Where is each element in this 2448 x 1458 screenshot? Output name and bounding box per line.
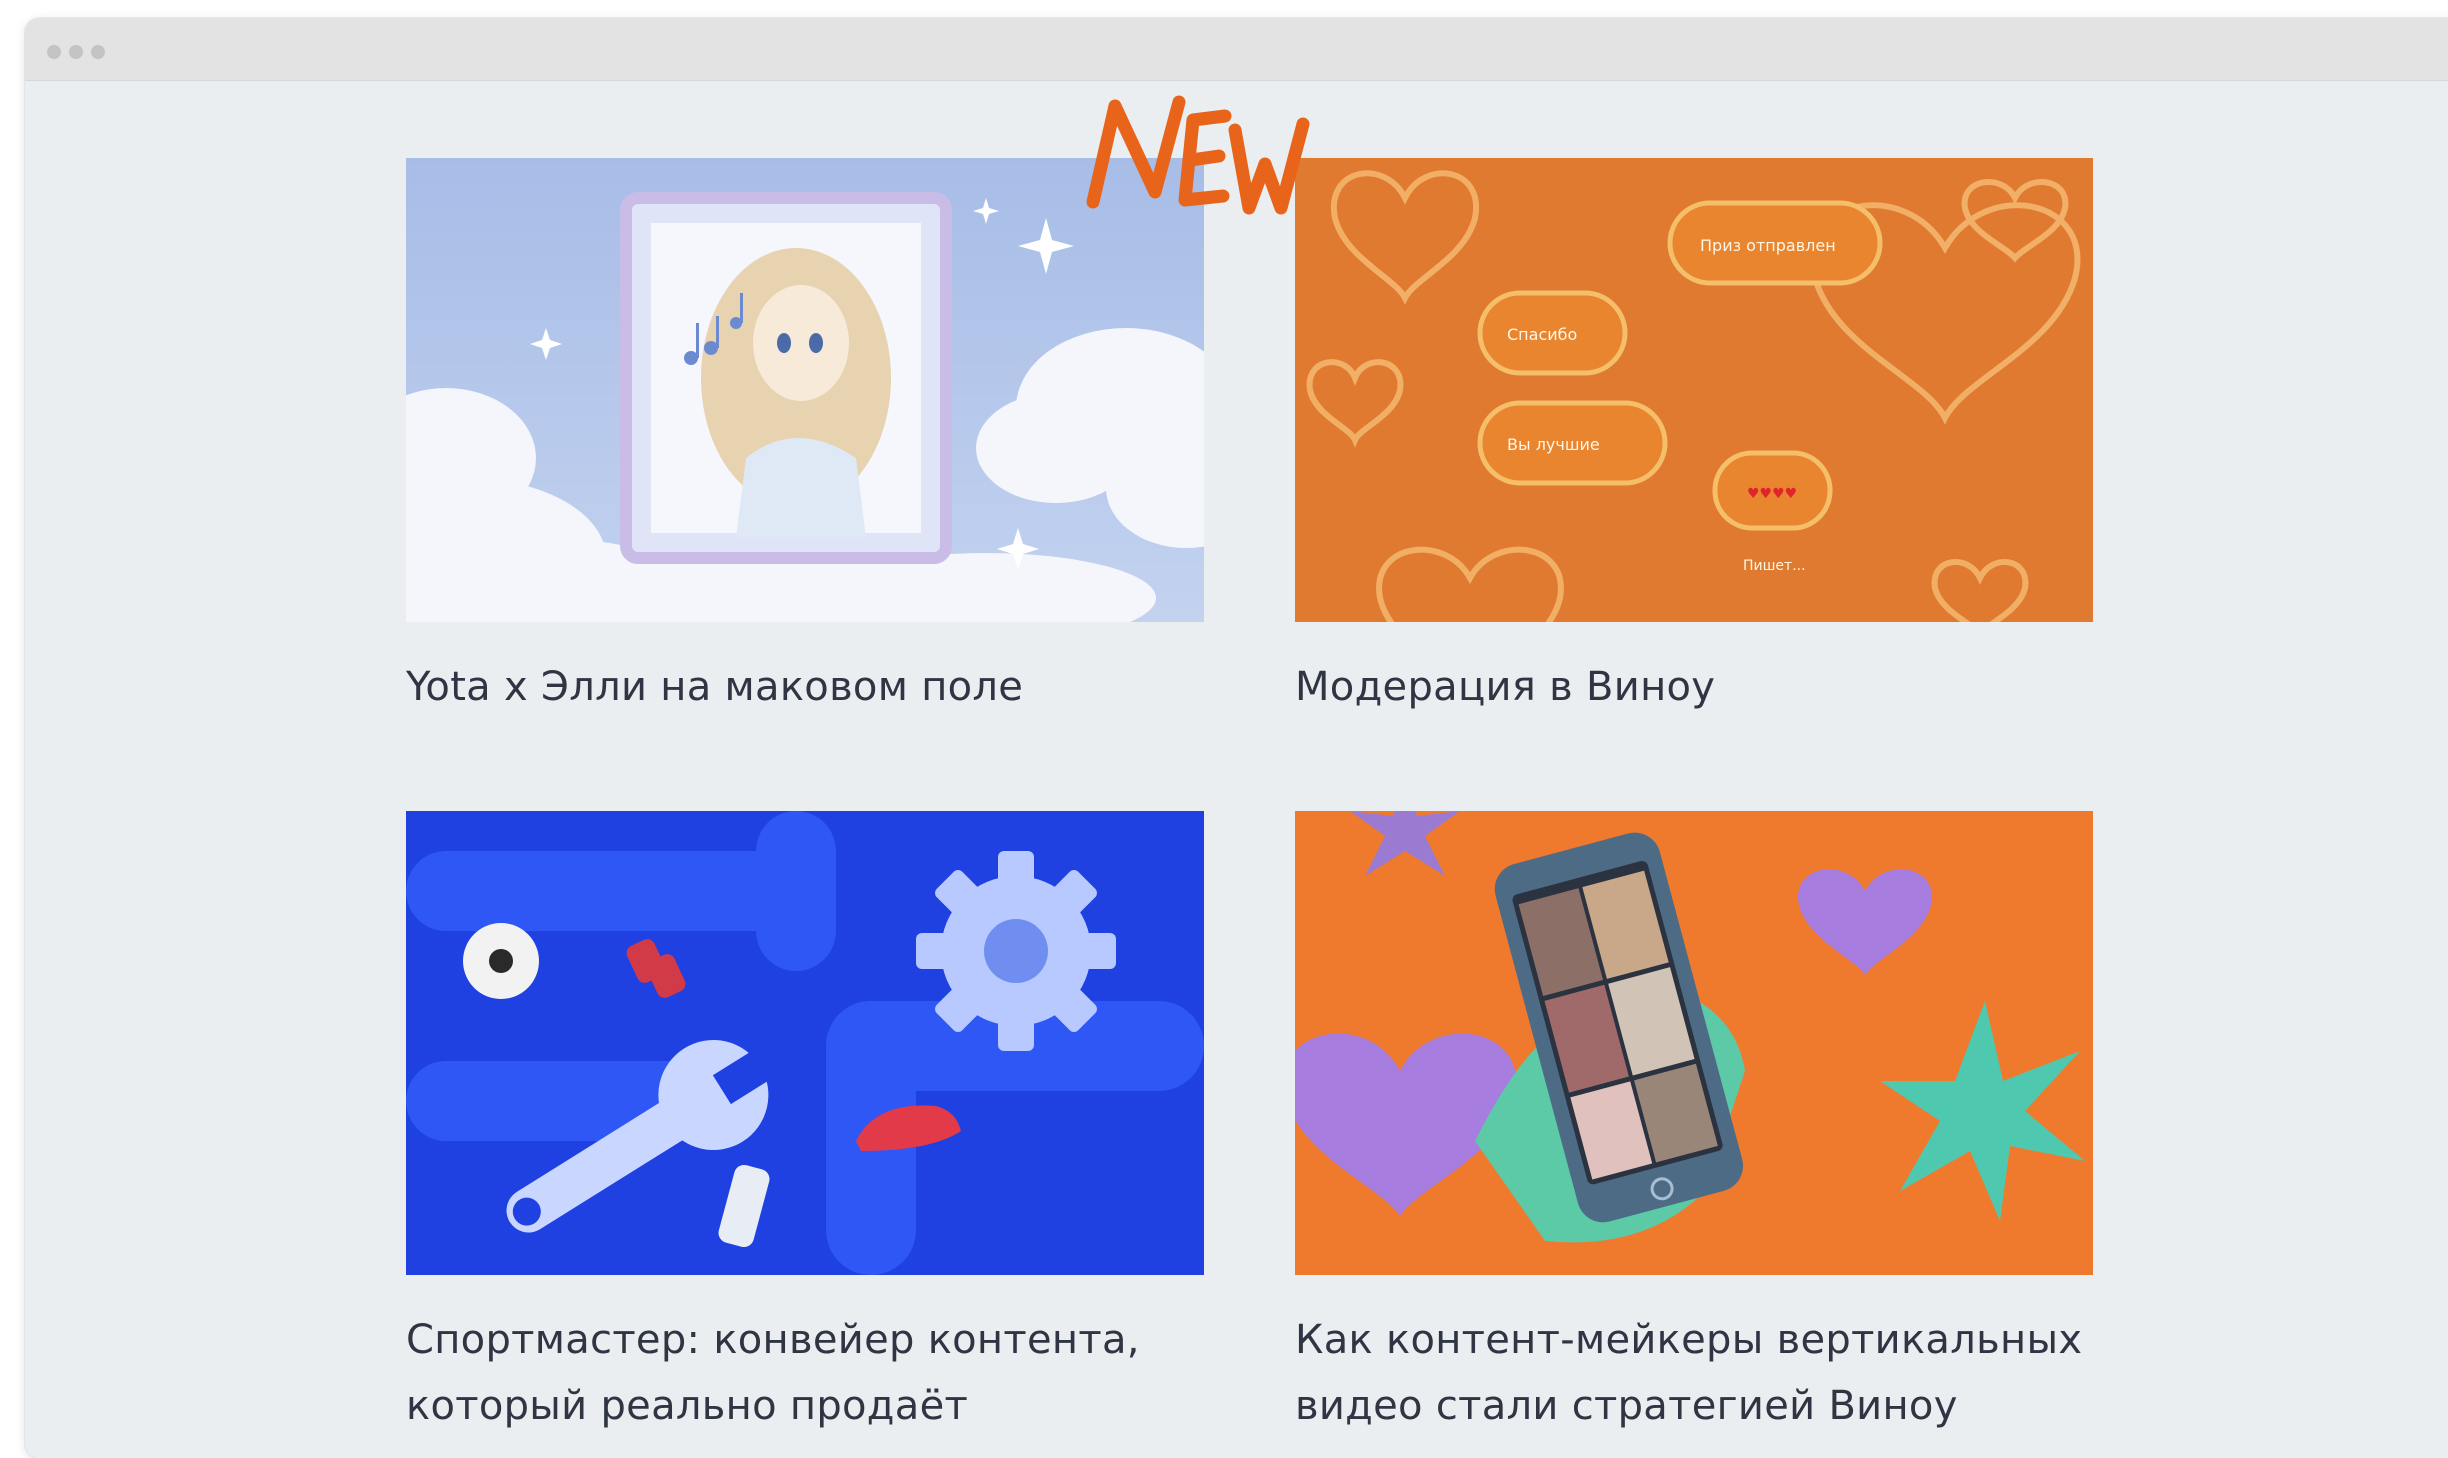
browser-window: Yota x Элли на маковом поле Приз отправл… (25, 18, 2448, 1458)
maximize-window-button[interactable] (91, 45, 105, 59)
svg-text:Пишет...: Пишет... (1743, 558, 1806, 574)
card-title[interactable]: Как контент-мейкеры вертикальных видео с… (1295, 1307, 2115, 1439)
card-image-sportmaster[interactable] (406, 811, 1204, 1275)
window-titlebar (25, 18, 2448, 81)
svg-text:Приз отправлен: Приз отправлен (1700, 236, 1836, 255)
card-image-moderation[interactable]: Приз отправлен Спасибо Вы лучшие ♥♥♥♥ Пи… (1295, 158, 2093, 622)
card-image-content-makers[interactable] (1295, 811, 2093, 1275)
close-window-button[interactable] (47, 45, 61, 59)
card-title[interactable]: Модерация в Виноу (1295, 654, 2115, 720)
card-title[interactable]: Спортмастер: конвейер контента, который … (406, 1307, 1226, 1439)
minimize-window-button[interactable] (69, 45, 83, 59)
svg-text:Спасибо: Спасибо (1507, 325, 1577, 344)
svg-text:Вы лучшие: Вы лучшие (1507, 435, 1600, 454)
card-title[interactable]: Yota x Элли на маковом поле (406, 654, 1226, 720)
new-badge (1086, 95, 1310, 215)
svg-text:♥♥♥♥: ♥♥♥♥ (1747, 486, 1797, 502)
